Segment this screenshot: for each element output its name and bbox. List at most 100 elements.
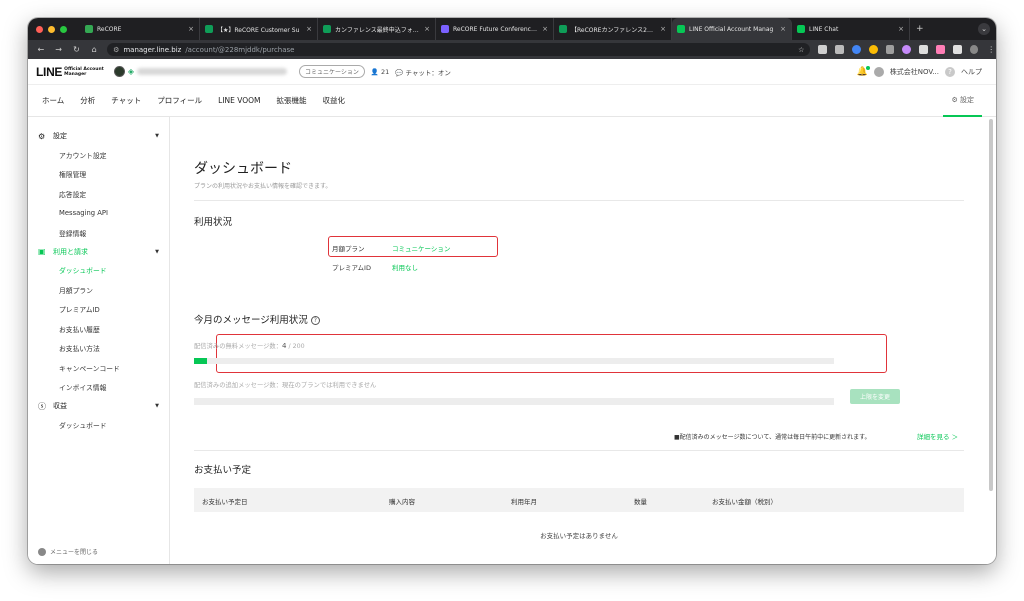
help-icon[interactable]: ? [945,66,955,77]
extra-messages-label: 配信済みの追加メッセージ数：現在のプランでは利用できません [194,382,377,389]
tab-close-icon[interactable]: × [306,25,312,33]
nav-analytics[interactable]: 分析 [80,95,95,106]
sidebar-section-revenue[interactable]: ⓢ 収益 ▼ [28,397,169,415]
sidebar-item-dashboard[interactable]: ダッシュボード [28,261,169,281]
sidebar-item-response-settings[interactable]: 応答設定 [28,184,169,204]
close-window-button[interactable] [36,25,43,33]
tab-close-icon[interactable]: × [780,25,786,33]
browser-tab-6-active[interactable]: LINE Official Account Manag × [672,18,792,40]
browser-tab-5[interactable]: 【ReCOREカンファレンス2024 × [554,18,672,40]
sidebar-item-campaign-code[interactable]: キャンペーンコード [28,358,169,378]
company-menu[interactable]: 株式会社NOV... [890,67,939,77]
nav-line-voom[interactable]: LINE VOOM [218,96,260,105]
reload-icon[interactable]: ↻ [72,45,82,54]
help-link[interactable]: ヘルプ [961,67,982,77]
sidebar-item-premium-id[interactable]: プレミアムID [28,300,169,320]
tab-title: ReCORE [97,25,122,33]
url-host: manager.line.biz [123,45,182,54]
extension-icon[interactable] [835,45,844,54]
collapse-icon [38,547,46,556]
back-icon[interactable]: ← [36,45,46,54]
minimize-window-button[interactable] [48,25,55,33]
nav-profile[interactable]: プロフィール [157,95,202,106]
nav-home[interactable]: ホーム [42,95,64,106]
plan-row: 月額プラン コミュニケーション [332,245,451,253]
maximize-window-button[interactable] [60,25,67,33]
tab-search-icon[interactable]: ⌄ [978,23,990,35]
home-icon[interactable]: ⌂ [89,45,99,54]
friends-count[interactable]: 👤 21 [371,68,389,76]
highlight-box-messages [216,334,887,373]
extension-icon[interactable] [851,45,861,54]
update-note: ■配信済みのメッセージ数について、通常は毎日午前中に更新されます。 [674,434,871,441]
bookmark-star-icon[interactable]: ☆ [798,46,804,54]
col-header-due-date: お支払い予定日 [202,498,248,506]
col-header-quantity: 数量 [634,498,647,506]
browser-tab-4[interactable]: ReCORE Future Conference 2 × [436,18,554,40]
address-bar[interactable]: ⚙ manager.line.biz/account/@228mjddk/pur… [107,43,811,56]
new-tab-icon[interactable]: + [910,24,930,34]
tab-close-icon[interactable]: × [660,25,666,33]
tab-close-icon[interactable]: × [188,25,194,33]
nav-settings[interactable]: ⚙ 設定 [943,85,982,117]
sidebar-item-payment-method[interactable]: お支払い方法 [28,339,169,359]
free-messages-label: 配信済みの無料メッセージ数：4 / 200 [194,342,305,350]
sidebar-section-billing[interactable]: ▣ 利用と請求 ▼ [28,243,169,261]
tab-close-icon[interactable]: × [898,25,904,33]
extension-icon[interactable] [952,45,962,54]
details-link[interactable]: 詳細を見る ＞ [917,431,958,441]
sidebar-section-settings[interactable]: ⚙ 設定 ▼ [28,127,169,145]
messages-section-title: 今月のメッセージ利用状況? [194,312,320,326]
close-menu-button[interactable]: メニューを閉じる [38,547,98,556]
nav-monetization[interactable]: 収益化 [322,95,345,106]
account-name-redacted[interactable] [136,68,287,75]
sidebar-item-revenue-dashboard[interactable]: ダッシュボード [28,415,169,435]
user-avatar-icon[interactable] [873,66,884,77]
sidebar-item-monthly-plan[interactable]: 月額プラン [28,280,169,300]
browser-tab-2[interactable]: 【★】ReCORE Customer Su × [200,18,318,40]
app-header: LINE Official Account Manager ◈ コミュニケーション… [28,59,996,85]
tab-close-icon[interactable]: × [424,25,430,33]
profile-icon[interactable] [969,45,979,54]
change-limit-button[interactable]: 上限を変更 [850,389,900,404]
forward-icon[interactable]: → [54,45,64,54]
tab-favicon-icon [441,25,449,33]
sidebar-item-account-settings[interactable]: アカウント設定 [28,145,169,165]
free-messages-total: / 200 [288,343,305,350]
tab-title: カンファレンス最終申込フォーム [335,26,421,34]
chat-status[interactable]: 💬 チャット：オン [395,67,451,77]
sidebar-item-payment-history[interactable]: お支払い履歴 [28,319,169,339]
extension-icon[interactable] [818,45,828,54]
browser-menu-icon[interactable]: ⋮ [986,45,996,54]
notification-bell-icon[interactable]: 🔔 [857,65,871,77]
extra-messages-progress-bar [194,398,834,405]
extension-icon[interactable] [902,45,912,54]
sidebar-item-permissions[interactable]: 権限管理 [28,165,169,185]
sidebar-item-invoice-info[interactable]: インボイス情報 [28,378,169,398]
sidebar-item-messaging-api[interactable]: Messaging API [28,204,169,224]
main-content: ダッシュボード プランの利用状況やお支払い情報を確認できます。 利用状況 月額プ… [170,117,996,564]
browser-tab-7[interactable]: LINE Chat × [792,18,910,40]
usage-section-title: 利用状況 [194,217,233,228]
extension-icon[interactable] [868,45,878,54]
line-oa-logo[interactable]: LINE Official Account Manager [36,65,104,79]
col-header-period: 利用年月 [511,498,537,506]
page-scrollbar[interactable] [989,119,993,491]
browser-tab-1[interactable]: ReCORE × [80,18,200,40]
question-circle-icon[interactable]: ? [310,316,320,325]
extension-icon[interactable] [919,45,928,54]
nav-extensions[interactable]: 拡張機能 [276,95,306,106]
tab-favicon-icon [797,25,805,33]
nav-chat[interactable]: チャット [111,95,141,106]
browser-tab-3[interactable]: カンファレンス最終申込フォーム × [318,18,436,40]
main-nav: ホーム 分析 チャット プロフィール LINE VOOM 拡張機能 収益化 ⚙ … [28,85,996,117]
extension-icon[interactable] [935,45,945,54]
account-avatar[interactable] [113,66,125,77]
sidebar-item-registration-info[interactable]: 登録情報 [28,223,169,243]
gear-icon: ⚙ [951,95,958,104]
site-info-icon[interactable]: ⚙ [113,46,119,54]
extension-icon[interactable] [885,45,895,54]
tab-close-icon[interactable]: × [542,25,548,33]
window-controls [28,25,80,33]
progress-fill [194,358,207,364]
